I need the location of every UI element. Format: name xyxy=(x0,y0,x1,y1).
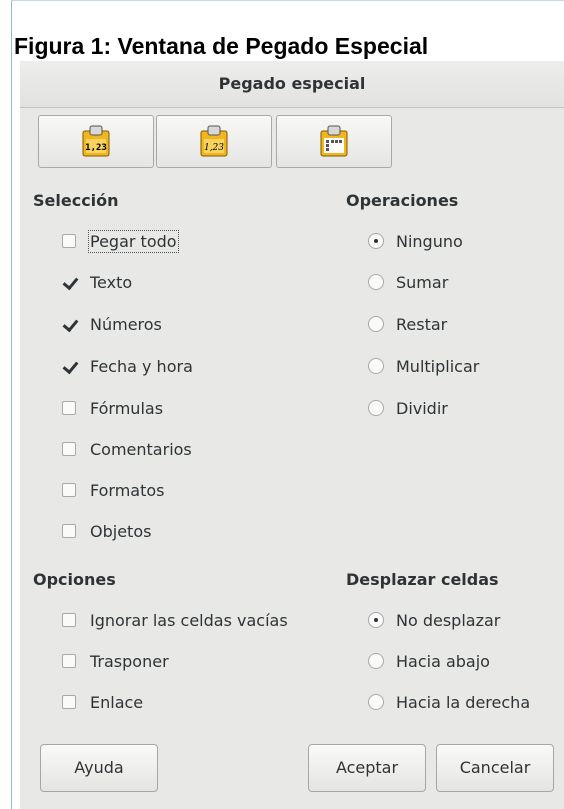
radio-circle[interactable] xyxy=(368,653,384,669)
radio-circle[interactable] xyxy=(368,274,384,290)
enlace-checkbox[interactable]: Enlace xyxy=(62,688,143,716)
checkbox-label: Pegar todo xyxy=(88,229,179,253)
checkbox-label: Enlace xyxy=(90,692,144,712)
checkbox-box[interactable] xyxy=(62,442,76,456)
desplazar-heading: Desplazar celdas xyxy=(346,570,499,589)
figure-caption: Figura 1: Ventana de Pegado Especial xyxy=(14,33,429,59)
clipboard-transpose-icon xyxy=(320,125,348,157)
dialog-title: Pegado especial xyxy=(20,61,564,108)
cancel-button[interactable]: Cancelar xyxy=(436,744,554,792)
values-only-preset-button[interactable]: 1,23 xyxy=(38,115,154,168)
numeros-checkbox[interactable]: Números xyxy=(62,310,162,338)
help-button[interactable]: Ayuda xyxy=(40,744,158,792)
document-frame-left xyxy=(11,0,12,809)
pegar-todo-checkbox[interactable]: Pegar todo xyxy=(62,227,179,255)
clipboard-formatted-values-icon: 1,23 xyxy=(200,125,228,157)
checkbox-box[interactable] xyxy=(62,234,76,248)
radio-circle[interactable] xyxy=(368,694,384,710)
checkbox-label: Números xyxy=(90,314,162,334)
checkbox-label: Comentarios xyxy=(90,439,192,459)
radio-label: No desplazar xyxy=(396,610,501,630)
checkbox-label: Texto xyxy=(90,272,133,292)
radio-circle[interactable] xyxy=(368,233,384,249)
checkbox-label: Trasponer xyxy=(90,651,169,671)
radio-label: Hacia la derecha xyxy=(396,692,531,712)
checkbox-box[interactable] xyxy=(62,524,76,538)
paste-special-dialog: Pegado especial 1,23 1,23 Selección Oper… xyxy=(20,61,564,809)
checkbox-label: Fórmulas xyxy=(90,398,164,418)
seleccion-heading: Selección xyxy=(33,191,119,210)
svg-text:1,23: 1,23 xyxy=(85,143,107,153)
radio-circle[interactable] xyxy=(368,358,384,374)
trasponer-checkbox[interactable]: Trasponer xyxy=(62,647,169,675)
radio-label: Multiplicar xyxy=(396,356,480,376)
checkbox-box[interactable] xyxy=(62,613,76,627)
texto-checkbox[interactable]: Texto xyxy=(62,268,132,296)
no-desplazar-radio[interactable]: No desplazar xyxy=(368,606,500,634)
checkbox-box[interactable] xyxy=(62,401,76,415)
radio-circle[interactable] xyxy=(368,316,384,332)
multiplicar-radio[interactable]: Multiplicar xyxy=(368,352,479,380)
checkbox-box[interactable] xyxy=(62,654,76,668)
radio-circle[interactable] xyxy=(368,612,384,628)
opciones-heading: Opciones xyxy=(33,570,116,589)
formatos-checkbox[interactable]: Formatos xyxy=(62,476,165,504)
ignorar-vacias-checkbox[interactable]: Ignorar las celdas vacías xyxy=(62,606,288,634)
sumar-radio[interactable]: Sumar xyxy=(368,268,448,296)
checkbox-box[interactable] xyxy=(62,695,76,709)
restar-radio[interactable]: Restar xyxy=(368,310,447,338)
checkbox-box[interactable] xyxy=(62,483,76,497)
hacia-abajo-radio[interactable]: Hacia abajo xyxy=(368,647,490,675)
checkbox-label: Ignorar las celdas vacías xyxy=(90,610,288,630)
ninguno-radio[interactable]: Ninguno xyxy=(368,227,463,255)
checkbox-label: Formatos xyxy=(90,480,165,500)
formulas-checkbox[interactable]: Fórmulas xyxy=(62,394,163,422)
dividir-radio[interactable]: Dividir xyxy=(368,394,448,422)
values-formats-preset-button[interactable]: 1,23 xyxy=(156,115,272,168)
svg-text:1,23: 1,23 xyxy=(204,143,224,153)
checkbox-label: Fecha y hora xyxy=(90,356,193,376)
radio-label: Hacia abajo xyxy=(396,651,490,671)
radio-circle[interactable] xyxy=(368,400,384,416)
objetos-checkbox[interactable]: Objetos xyxy=(62,517,151,545)
operaciones-heading: Operaciones xyxy=(346,191,459,210)
checkbox-box[interactable] xyxy=(62,317,76,331)
document-frame-top xyxy=(11,0,564,1)
ok-button[interactable]: Aceptar xyxy=(308,744,426,792)
checkbox-label: Objetos xyxy=(90,521,152,541)
comentarios-checkbox[interactable]: Comentarios xyxy=(62,435,192,463)
fecha-hora-checkbox[interactable]: Fecha y hora xyxy=(62,352,193,380)
radio-label: Ninguno xyxy=(396,231,463,251)
radio-label: Dividir xyxy=(396,398,448,418)
radio-label: Restar xyxy=(396,314,448,334)
transpose-preset-button[interactable] xyxy=(276,115,392,168)
checkbox-box[interactable] xyxy=(62,275,76,289)
hacia-derecha-radio[interactable]: Hacia la derecha xyxy=(368,688,530,716)
clipboard-values-icon: 1,23 xyxy=(82,125,110,157)
radio-label: Sumar xyxy=(396,272,449,292)
checkbox-box[interactable] xyxy=(62,359,76,373)
